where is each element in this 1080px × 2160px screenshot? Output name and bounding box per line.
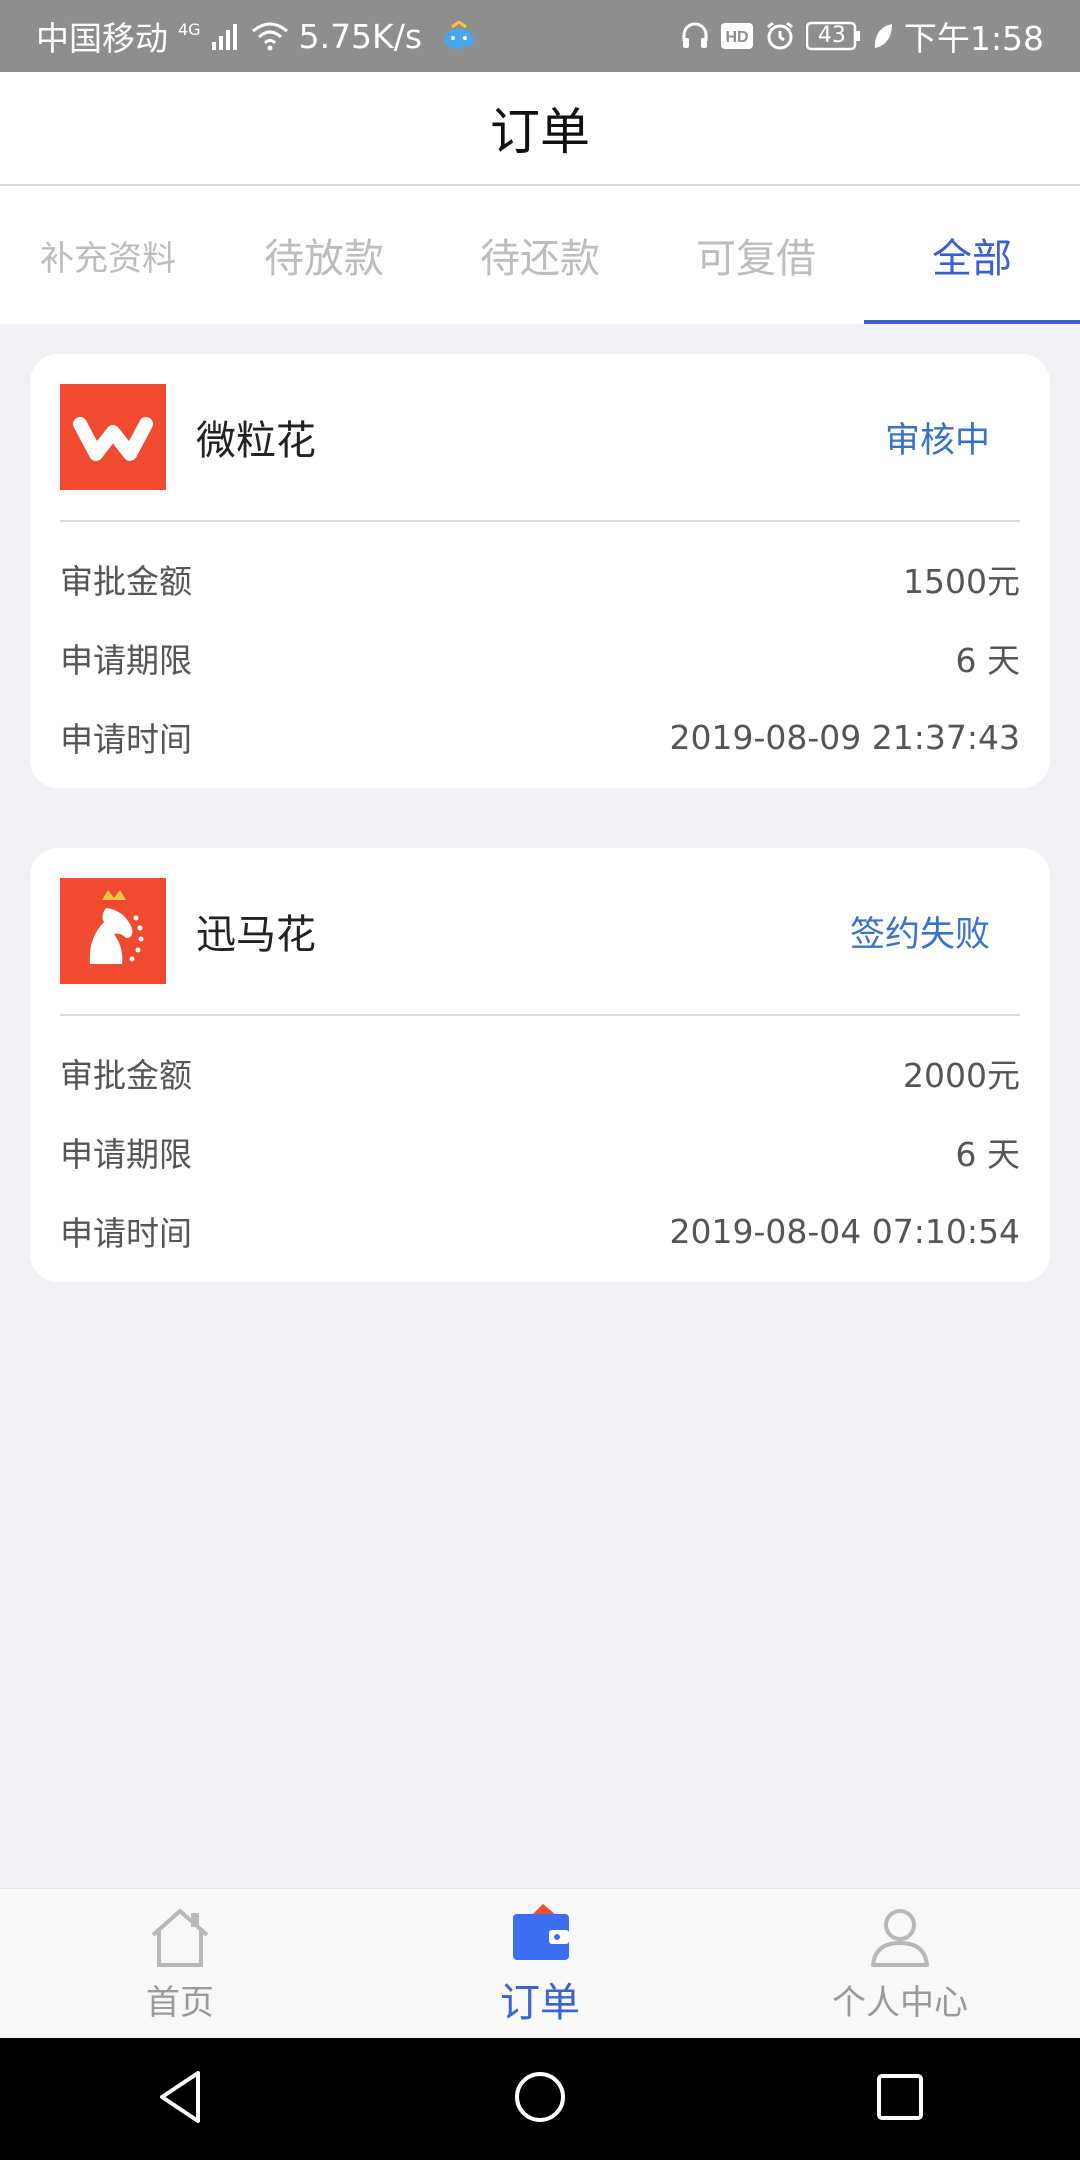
recents-button[interactable] bbox=[840, 2038, 960, 2160]
row-value: 2019-08-09 21:37:43 bbox=[669, 717, 1020, 757]
tab-pending-repayment[interactable]: 待还款 bbox=[432, 186, 648, 324]
back-triangle-icon bbox=[154, 2069, 206, 2129]
app-notification-icon bbox=[442, 21, 476, 51]
signal-icon bbox=[211, 22, 241, 50]
row-label: 审批金额 bbox=[60, 562, 192, 601]
row-label: 申请时间 bbox=[60, 720, 192, 759]
leaf-icon bbox=[872, 22, 894, 50]
home-icon bbox=[147, 1905, 213, 1973]
wallet-icon bbox=[507, 1900, 573, 1968]
row-value: 2019-08-04 07:10:54 bbox=[669, 1211, 1020, 1251]
battery-icon: 43 bbox=[805, 21, 862, 51]
tab-supplement-info[interactable]: 补充资料 bbox=[0, 186, 216, 324]
system-nav-bar bbox=[0, 2038, 1080, 2160]
amount-row: 审批金额 2000元 bbox=[60, 1043, 1020, 1103]
order-card[interactable]: 迅马花 签约失败 审批金额 2000元 申请期限 6 天 申请时间 2019-0… bbox=[30, 848, 1050, 1282]
recents-square-icon bbox=[874, 2071, 926, 2127]
network-label: 4G bbox=[178, 19, 201, 39]
order-tabs: 补充资料 待放款 待还款 可复借 全部 bbox=[0, 186, 1080, 324]
bottom-nav: 首页 订单 个人中心 bbox=[0, 1888, 1080, 2039]
network-speed: 5.75K/s bbox=[298, 16, 423, 56]
tab-pending-disbursement[interactable]: 待放款 bbox=[216, 186, 432, 324]
nav-home[interactable]: 首页 bbox=[0, 1889, 360, 2039]
row-label: 申请时间 bbox=[60, 1214, 192, 1253]
tab-reborrowable[interactable]: 可复借 bbox=[648, 186, 864, 324]
row-value: 2000元 bbox=[903, 1056, 1020, 1095]
home-button[interactable] bbox=[480, 2038, 600, 2160]
row-value: 6 天 bbox=[955, 1135, 1021, 1174]
order-status[interactable]: 签约失败 bbox=[850, 848, 990, 1014]
term-row: 申请期限 6 天 bbox=[60, 628, 1020, 688]
user-icon bbox=[867, 1905, 933, 1973]
headphones-icon bbox=[680, 21, 710, 51]
time-row: 申请时间 2019-08-04 07:10:54 bbox=[60, 1201, 1020, 1261]
alarm-icon bbox=[764, 20, 796, 52]
row-label: 申请期限 bbox=[60, 641, 192, 680]
wifi-icon bbox=[251, 21, 289, 51]
amount-row: 审批金额 1500元 bbox=[60, 549, 1020, 609]
nav-label: 首页 bbox=[146, 1982, 214, 2023]
page-title: 订单 bbox=[490, 103, 590, 161]
time-row: 申请时间 2019-08-09 21:37:43 bbox=[60, 707, 1020, 767]
svg-text:HD: HD bbox=[725, 29, 748, 46]
row-label: 申请期限 bbox=[60, 1135, 192, 1174]
row-value: 1500元 bbox=[903, 562, 1020, 601]
product-name: 迅马花 bbox=[196, 912, 316, 958]
nav-orders[interactable]: 订单 bbox=[360, 1889, 720, 2039]
w-logo-icon bbox=[60, 384, 166, 490]
carrier-label: 中国移动 bbox=[36, 19, 168, 58]
horse-logo-icon bbox=[60, 878, 166, 984]
row-value: 6 天 bbox=[955, 641, 1021, 680]
hd-icon: HD bbox=[720, 22, 754, 50]
page-header: 订单 bbox=[0, 72, 1080, 186]
back-button[interactable] bbox=[120, 2038, 240, 2160]
divider bbox=[60, 520, 1020, 522]
row-label: 审批金额 bbox=[60, 1056, 192, 1095]
home-circle-icon bbox=[512, 2069, 568, 2129]
nav-profile[interactable]: 个人中心 bbox=[720, 1889, 1080, 2039]
order-status[interactable]: 审核中 bbox=[885, 354, 990, 520]
order-card[interactable]: 微粒花 审核中 审批金额 1500元 申请期限 6 天 申请时间 2019-08… bbox=[30, 354, 1050, 788]
clock-time: 下午1:58 bbox=[903, 19, 1044, 58]
product-name: 微粒花 bbox=[196, 418, 316, 464]
nav-label: 个人中心 bbox=[832, 1982, 968, 2023]
status-bar: 中国移动 4G 5.75K/s HD 43 下午1:58 bbox=[0, 0, 1080, 72]
tab-all[interactable]: 全部 bbox=[864, 186, 1080, 324]
term-row: 申请期限 6 天 bbox=[60, 1122, 1020, 1182]
divider bbox=[60, 1014, 1020, 1016]
battery-level: 43 bbox=[817, 23, 846, 48]
nav-label: 订单 bbox=[500, 1980, 580, 2026]
